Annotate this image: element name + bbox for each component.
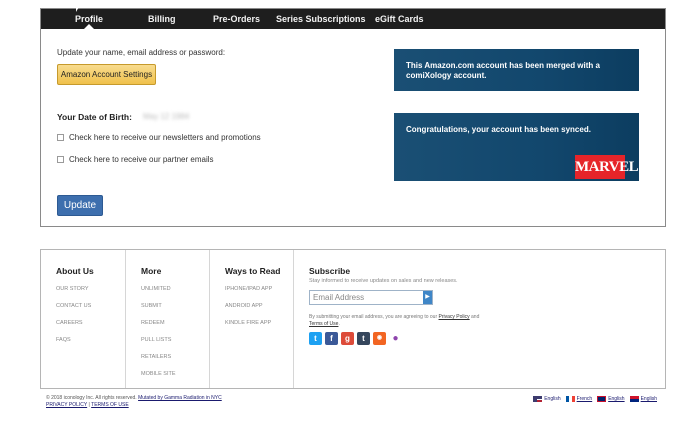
france-flag-icon [565,396,575,402]
footer-link-pull-lists[interactable]: PULL LISTS [141,337,171,343]
newsletter-option: Check here to receive our newsletters an… [57,133,261,142]
rss-icon[interactable]: ◉ [373,332,386,345]
tumblr-icon[interactable]: t [357,332,370,345]
email-input[interactable] [310,291,423,304]
language-english-uk[interactable]: English [597,396,625,402]
footer-link-mobile-site[interactable]: MOBILE SITE [141,371,176,377]
footer-about-column: About Us OUR STORY CONTACT US CAREERS FA… [41,250,126,388]
footer-link-contact-us[interactable]: CONTACT US [56,303,91,309]
footer-link-careers[interactable]: CAREERS [56,320,83,326]
us-flag-icon [533,396,543,402]
footer-link-submit[interactable]: SUBMIT [141,303,162,309]
partner-emails-label: Check here to receive our partner emails [69,155,214,164]
date-of-birth-value: May 12 1984 [143,112,190,121]
language-english-gb[interactable]: English [629,396,657,402]
account-synced-notice: Congratulations, your account has been s… [394,113,639,181]
footer-subscribe-column: Subscribe Stay informed to receive updat… [294,250,665,388]
language-english-us[interactable]: English [533,396,561,402]
date-of-birth-label: Your Date of Birth: [57,112,132,122]
copyright-text: © 2018 iconology Inc. All rights reserve… [46,395,137,401]
marvel-logo: MARVEL [575,155,639,179]
footer-about-title: About Us [56,266,94,276]
language-label: English [544,396,561,402]
tab-profile[interactable]: Profile [75,9,103,29]
subscribe-terms-text: By submitting your email address, you ar… [309,314,484,327]
account-panel: Profile Billing Pre-Orders Series Subscr… [40,8,666,227]
footer-ways-title: Ways to Read [225,266,281,276]
terms-prefix: By submitting your email address, you ar… [309,314,438,320]
partner-emails-checkbox[interactable] [57,156,64,163]
footer-ways-column: Ways to Read IPHONE/IPAD APP ANDROID APP… [210,250,294,388]
footer-link-retailers[interactable]: RETAILERS [141,354,171,360]
mouse-cursor-icon [76,5,80,12]
facebook-icon[interactable]: f [325,332,338,345]
gb-flag-icon [629,396,639,402]
footer-privacy-policy-link[interactable]: PRIVACY POLICY [46,402,87,408]
subscribe-form: ▶ [309,290,433,305]
footer-terms-of-use-link[interactable]: TERMS OF USE [91,402,129,408]
terms-and: and [471,314,480,320]
footer-link-kindle-app[interactable]: KINDLE FIRE APP [225,320,271,326]
tab-billing[interactable]: Billing [148,9,176,29]
tab-egift-cards[interactable]: eGift Cards [375,9,424,29]
footer-more-title: More [141,266,162,276]
footer-subscribe-title: Subscribe [309,266,351,276]
twitter-icon[interactable]: t [309,332,322,345]
newsletter-checkbox[interactable] [57,134,64,141]
podcast-icon[interactable]: ● [389,332,402,345]
mutated-link[interactable]: Mutated by Gamma Radiation in NYC [138,395,222,401]
terms-of-use-link[interactable]: Terms of Use [309,321,338,327]
account-merged-text: This Amazon.com account has been merged … [406,61,600,80]
footer-link-iphone-app[interactable]: IPHONE/IPAD APP [225,286,272,292]
language-label: English [640,396,657,402]
uk-flag-icon [597,396,607,402]
newsletter-label: Check here to receive our newsletters an… [69,133,261,142]
language-selector: English French English English [528,396,657,402]
language-label: English [608,396,625,402]
footer-link-our-story[interactable]: OUR STORY [56,286,89,292]
footer-link-unlimited[interactable]: UNLIMITED [141,286,171,292]
copyright-area: © 2018 iconology Inc. All rights reserve… [46,395,222,409]
footer-more-column: More UNLIMITED SUBMIT REDEEM PULL LISTS … [126,250,210,388]
partner-option: Check here to receive our partner emails [57,155,214,164]
language-label: French [576,396,593,402]
update-account-text: Update your name, email address or passw… [57,48,226,57]
tab-series-subscriptions[interactable]: Series Subscriptions [276,9,366,29]
social-links: t f g t ◉ ● [309,332,405,345]
tab-pre-orders[interactable]: Pre-Orders [213,9,260,29]
site-footer: About Us OUR STORY CONTACT US CAREERS FA… [40,249,666,389]
terms-suffix: . [338,320,340,327]
subscribe-submit-button[interactable]: ▶ [423,291,432,304]
footer-link-redeem[interactable]: REDEEM [141,320,165,326]
privacy-policy-link[interactable]: Privacy Policy [439,314,470,320]
update-button[interactable]: Update [57,195,103,216]
google-plus-icon[interactable]: g [341,332,354,345]
account-synced-text: Congratulations, your account has been s… [406,125,591,134]
footer-link-faqs[interactable]: FAQS [56,337,71,343]
amazon-account-settings-button[interactable]: Amazon Account Settings [57,64,156,85]
account-merged-notice: This Amazon.com account has been merged … [394,49,639,91]
footer-link-android-app[interactable]: ANDROID APP [225,303,263,309]
legal-divider: | [88,402,90,408]
language-french[interactable]: French [565,396,593,402]
account-tab-bar: Profile Billing Pre-Orders Series Subscr… [41,9,665,29]
subscribe-description: Stay informed to receive updates on sale… [309,278,458,284]
